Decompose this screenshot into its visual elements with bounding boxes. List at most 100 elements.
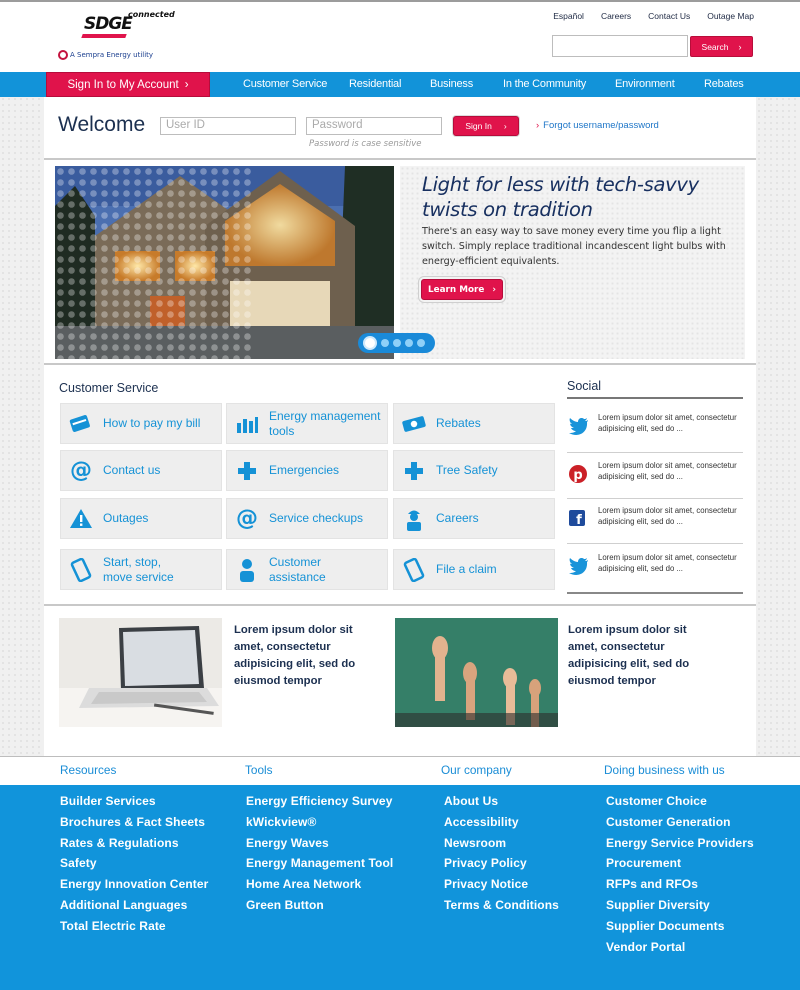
- social-item[interactable]: Lorem ipsum dolor sit amet, consectetur …: [567, 553, 743, 589]
- carousel-dots: [358, 333, 435, 353]
- footer-link[interactable]: kWickview®: [246, 812, 393, 833]
- footer-link[interactable]: Builder Services: [60, 791, 208, 812]
- tile-careers[interactable]: Careers: [393, 498, 555, 539]
- carousel-dot-1[interactable]: [363, 336, 377, 350]
- customer-service-title: Customer Service: [59, 381, 159, 395]
- svg-text:p: p: [573, 468, 582, 483]
- footer-link[interactable]: Procurement: [606, 853, 754, 874]
- sign-in-button[interactable]: Sign In ›: [453, 116, 519, 136]
- util-link-espanol[interactable]: Español: [553, 11, 584, 21]
- util-link-outage-map[interactable]: Outage Map: [707, 11, 754, 21]
- chevron-right-icon: ›: [536, 120, 540, 131]
- tile-emergencies[interactable]: Emergencies: [226, 450, 388, 491]
- footer-column-doing-business: Customer Choice Customer Generation Ener…: [606, 791, 754, 957]
- social-item[interactable]: Lorem ipsum dolor sit amet, consectetur …: [567, 413, 743, 449]
- sign-in-button-label: Sign In: [465, 121, 492, 131]
- footer-link[interactable]: Energy Innovation Center: [60, 874, 208, 895]
- learn-more-button[interactable]: Learn More ›: [421, 279, 503, 300]
- search-button-label: Search: [701, 41, 729, 52]
- logo-bar: [81, 34, 127, 38]
- tile-label: How to pay my bill: [103, 416, 201, 430]
- social-item[interactable]: f Lorem ipsum dolor sit amet, consectetu…: [567, 506, 743, 542]
- classroom-image[interactable]: [395, 618, 558, 727]
- tile-label: Tree Safety: [436, 463, 498, 477]
- phone-icon: [69, 557, 93, 582]
- footer-link[interactable]: Green Button: [246, 895, 393, 916]
- tile-file-claim[interactable]: File a claim: [393, 549, 555, 590]
- tile-outages[interactable]: Outages: [60, 498, 222, 539]
- tile-contact-us[interactable]: @ Contact us: [60, 450, 222, 491]
- password-field[interactable]: Password: [306, 117, 442, 135]
- sdge-logo[interactable]: connected SDGE A Sempra Energy utility: [56, 10, 176, 65]
- footer-link[interactable]: Terms & Conditions: [444, 895, 559, 916]
- nav-residential[interactable]: Residential: [349, 72, 401, 97]
- footer-link[interactable]: Additional Languages: [60, 895, 208, 916]
- tile-customer-assistance[interactable]: Customer assistance: [226, 549, 388, 590]
- util-link-careers[interactable]: Careers: [601, 11, 631, 21]
- tile-tree-safety[interactable]: Tree Safety: [393, 450, 555, 491]
- house-photo: [55, 166, 394, 359]
- at-icon: @: [70, 458, 92, 483]
- sempra-mark-icon: [58, 50, 68, 60]
- forgot-link[interactable]: › Forgot username/password: [536, 120, 659, 131]
- twitter-icon: [569, 417, 588, 435]
- search-input[interactable]: [552, 35, 688, 57]
- nav-environment[interactable]: Environment: [615, 72, 675, 97]
- tile-energy-management[interactable]: Energy management tools: [226, 403, 388, 444]
- carousel-dot-3[interactable]: [393, 339, 401, 347]
- laptop-image[interactable]: [59, 618, 222, 727]
- footer-link[interactable]: Energy Service Providers: [606, 833, 754, 854]
- footer-link[interactable]: Rates & Regulations: [60, 833, 208, 854]
- footer-link[interactable]: Privacy Notice: [444, 874, 559, 895]
- footer-link[interactable]: Safety: [60, 853, 208, 874]
- util-link-contact[interactable]: Contact Us: [648, 11, 690, 21]
- sign-in-account-tab[interactable]: Sign In to My Account ›: [46, 72, 210, 97]
- social-text: Lorem ipsum dolor sit amet, consectetur …: [598, 413, 737, 433]
- footer-link[interactable]: Supplier Documents: [606, 916, 754, 937]
- phone-icon: [402, 557, 426, 582]
- tile-label: Start, stop, move service: [103, 554, 174, 584]
- social-item[interactable]: p Lorem ipsum dolor sit amet, consectetu…: [567, 461, 743, 497]
- hero-title: Light for less with tech-savvy twists on…: [422, 173, 699, 221]
- tile-service-checkups[interactable]: @ Service checkups: [226, 498, 388, 539]
- footer-column-our-company: About Us Accessibility Newsroom Privacy …: [444, 791, 559, 916]
- footer-link[interactable]: RFPs and RFOs: [606, 874, 754, 895]
- password-hint: Password is case sensitive: [309, 139, 422, 149]
- footer-link[interactable]: Total Electric Rate: [60, 916, 208, 937]
- nav-customer-service[interactable]: Customer Service: [243, 72, 327, 97]
- tile-label: Rebates: [436, 416, 481, 430]
- tile-rebates[interactable]: Rebates: [393, 403, 555, 444]
- plus-icon: [235, 459, 259, 483]
- nav-rebates[interactable]: Rebates: [704, 72, 744, 97]
- footer-title-tools: Tools: [245, 763, 273, 777]
- footer-link[interactable]: Home Area Network: [246, 874, 393, 895]
- tile-pay-bill[interactable]: How to pay my bill: [60, 403, 222, 444]
- footer-link[interactable]: Newsroom: [444, 833, 559, 854]
- footer-link[interactable]: Brochures & Fact Sheets: [60, 812, 208, 833]
- footer-link[interactable]: Energy Waves: [246, 833, 393, 854]
- tile-start-stop-move[interactable]: Start, stop, move service: [60, 549, 222, 590]
- search-button[interactable]: Search ›: [690, 36, 753, 57]
- footer-link[interactable]: Supplier Diversity: [606, 895, 754, 916]
- footer-link[interactable]: Customer Choice: [606, 791, 754, 812]
- footer-link[interactable]: Customer Generation: [606, 812, 754, 833]
- nav-in-the-community[interactable]: In the Community: [503, 72, 586, 97]
- footer-link[interactable]: Accessibility: [444, 812, 559, 833]
- tile-label: Contact us: [103, 463, 161, 477]
- carousel-dot-5[interactable]: [417, 339, 425, 347]
- carousel-dot-2[interactable]: [381, 339, 389, 347]
- carousel-dot-4[interactable]: [405, 339, 413, 347]
- rebate-icon: [402, 412, 426, 436]
- social-divider: [567, 592, 743, 594]
- divider: [44, 158, 756, 160]
- footer-link[interactable]: About Us: [444, 791, 559, 812]
- footer-link[interactable]: Energy Efficiency Survey: [246, 791, 393, 812]
- warning-icon: [69, 507, 93, 531]
- footer-link[interactable]: Energy Management Tool: [246, 853, 393, 874]
- user-id-field[interactable]: User ID: [160, 117, 296, 135]
- worker-icon: [402, 507, 426, 531]
- logo-sempra: A Sempra Energy utility: [56, 50, 153, 60]
- nav-business[interactable]: Business: [430, 72, 473, 97]
- footer-link[interactable]: Vendor Portal: [606, 937, 754, 958]
- footer-link[interactable]: Privacy Policy: [444, 853, 559, 874]
